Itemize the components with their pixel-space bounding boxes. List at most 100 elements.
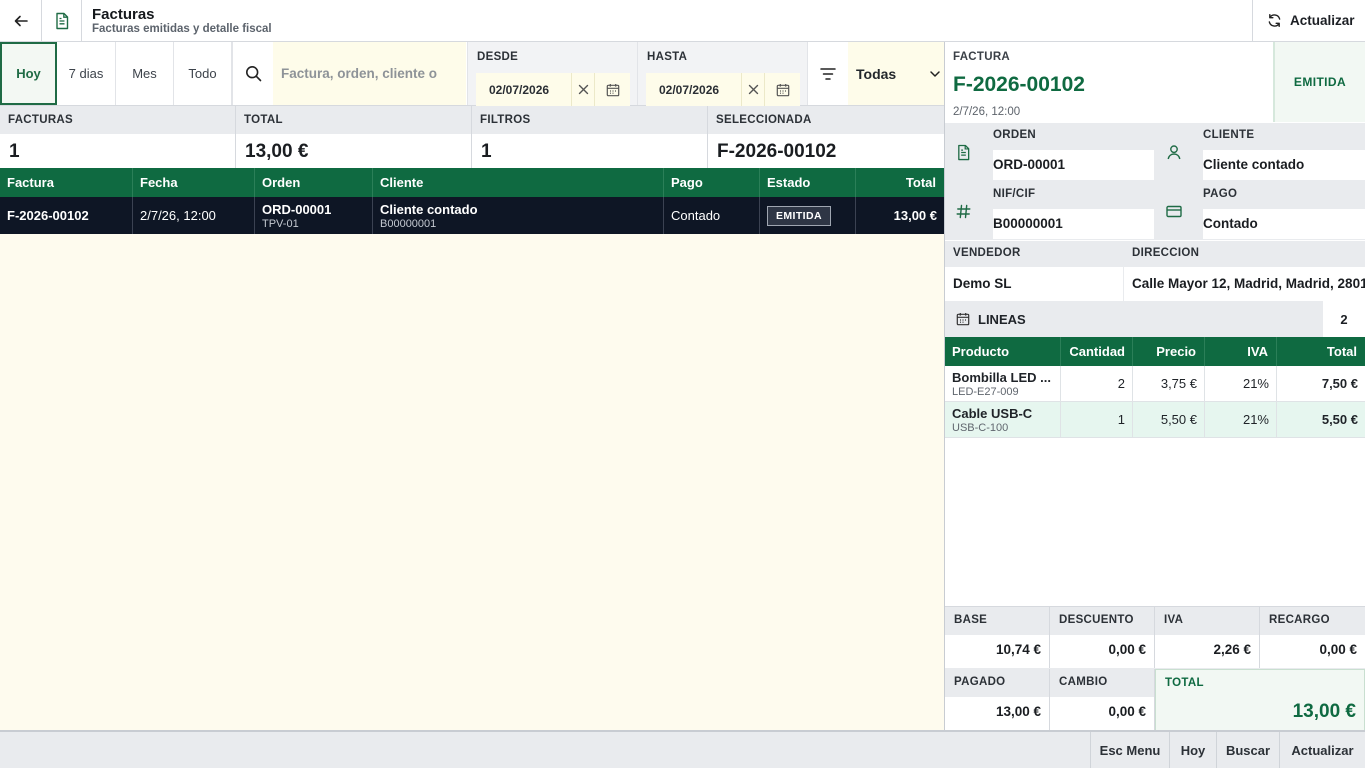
line-quantity: 1 (1061, 402, 1133, 437)
stat-value: 13,00 € (236, 134, 471, 168)
shortcut-buscar[interactable]: Buscar (1216, 732, 1279, 768)
date-from-clear-button[interactable] (571, 73, 594, 106)
totals-iva: IVA 2,26 € (1155, 607, 1260, 668)
range-tab-mes[interactable]: Mes (116, 42, 174, 105)
column-header-factura[interactable]: Factura (0, 168, 133, 197)
recargo-label: RECARGO (1269, 614, 1330, 626)
back-button[interactable] (0, 0, 42, 41)
lines-count: 2 (1323, 301, 1365, 337)
user-icon (1167, 145, 1180, 160)
column-header-estado[interactable]: Estado (760, 168, 856, 197)
cell-orden: ORD-00001 TPV-01 (255, 197, 373, 234)
cliente-value: Cliente contado (1203, 150, 1365, 180)
calendar-icon (956, 313, 970, 326)
line-quantity: 2 (1061, 366, 1133, 401)
vendedor-label: VENDEDOR (953, 247, 1021, 259)
nif-label: NIF/CIF (993, 188, 1036, 200)
shortcut-esc-menu[interactable]: Esc Menu (1090, 732, 1169, 768)
iva-label: IVA (1164, 614, 1184, 626)
page-title: Facturas (92, 6, 155, 23)
stat-label: TOTAL (236, 106, 471, 134)
detail-seller-row: VENDEDOR Demo SL DIRECCION Calle Mayor 1… (945, 241, 1365, 301)
totals-cambio: CAMBIO 0,00 € (1050, 669, 1155, 731)
line-product-sku: LED-E27-009 (952, 385, 1019, 398)
line-column-cantidad[interactable]: Cantidad (1061, 337, 1133, 366)
shortcut-hoy[interactable]: Hoy (1169, 732, 1216, 768)
search-icon (245, 65, 261, 82)
credit-card-icon (1165, 205, 1182, 217)
filter-button[interactable] (807, 42, 848, 105)
invoices-module-button[interactable] (42, 0, 82, 41)
grand-total-label: TOTAL (1165, 677, 1204, 689)
search-button[interactable] (232, 42, 273, 105)
line-row[interactable]: Cable USB-C USB-C-100 1 5,50 € 21% 5,50 … (945, 402, 1365, 438)
line-total: 7,50 € (1321, 376, 1358, 391)
descuento-label: DESCUENTO (1059, 614, 1134, 626)
range-tab-todo[interactable]: Todo (174, 42, 232, 105)
lines-label: LINEAS (978, 312, 1026, 327)
stat-total: TOTAL 13,00 € (236, 106, 472, 168)
calendar-icon (776, 83, 789, 96)
line-column-producto[interactable]: Producto (945, 337, 1061, 366)
pago-icon-box (1155, 182, 1192, 240)
search-input[interactable] (273, 42, 466, 105)
pago-label: PAGO (1203, 188, 1238, 200)
cambio-label: CAMBIO (1059, 676, 1108, 688)
totals-recargo: RECARGO 0,00 € (1260, 607, 1365, 668)
hash-icon (956, 204, 971, 218)
orden-icon-box (945, 123, 982, 181)
terminal-id: TPV-01 (262, 217, 299, 230)
date-to-clear-button[interactable] (741, 73, 764, 106)
calendar-icon (606, 83, 619, 96)
chevron-down-icon (930, 71, 940, 77)
pagado-value: 13,00 € (945, 697, 1049, 731)
line-row[interactable]: Bombilla LED ... LED-E27-009 2 3,75 € 21… (945, 366, 1365, 402)
line-price: 5,50 € (1133, 402, 1205, 437)
cell-total: 13,00 € (856, 197, 944, 234)
base-value: 10,74 € (945, 635, 1049, 668)
line-column-iva[interactable]: IVA (1205, 337, 1277, 366)
direccion-value: Calle Mayor 12, Madrid, Madrid, 28013 (1124, 267, 1365, 301)
totals-base: BASE 10,74 € (945, 607, 1050, 668)
detail-pago: PAGO Contado (1193, 182, 1365, 240)
stat-value: 1 (0, 134, 235, 168)
range-tab-hoy[interactable]: Hoy (0, 42, 57, 105)
line-column-total[interactable]: Total (1277, 337, 1365, 366)
lines-table-header: Producto Cantidad Precio IVA Total (945, 337, 1365, 366)
close-icon (748, 84, 758, 95)
stat-label: FACTURAS (0, 106, 235, 134)
orden-label: ORDEN (993, 129, 1037, 141)
stat-label: FILTROS (472, 106, 707, 134)
refresh-button[interactable]: Actualizar (1252, 0, 1365, 41)
status-select[interactable]: Todas (848, 42, 944, 105)
detail-nif: NIF/CIF B00000001 (983, 182, 1154, 240)
totals-grand-total: TOTAL 13,00 € (1155, 669, 1365, 731)
column-header-cliente[interactable]: Cliente (373, 168, 664, 197)
direccion-label: DIRECCION (1132, 247, 1200, 259)
stat-seleccionada: SELECCIONADA F-2026-00102 (708, 106, 944, 168)
column-header-pago[interactable]: Pago (664, 168, 760, 197)
stat-filtros: FILTROS 1 (472, 106, 708, 168)
column-header-orden[interactable]: Orden (255, 168, 373, 197)
date-to-calendar-button[interactable] (764, 73, 800, 106)
line-vat: 21% (1205, 402, 1277, 437)
cell-factura: F-2026-00102 (0, 197, 133, 234)
invoice-number: F-2026-00102 (7, 208, 89, 223)
recargo-value: 0,00 € (1260, 635, 1365, 668)
column-header-total[interactable]: Total (856, 168, 944, 197)
descuento-value: 0,00 € (1050, 635, 1154, 668)
date-to-input[interactable]: 02/07/2026 (646, 73, 741, 106)
pago-value: Contado (1203, 209, 1365, 239)
date-from-calendar-button[interactable] (594, 73, 630, 106)
shortcut-actualizar[interactable]: Actualizar (1279, 732, 1365, 768)
line-column-precio[interactable]: Precio (1133, 337, 1205, 366)
column-header-fecha[interactable]: Fecha (133, 168, 255, 197)
nif-icon-box (945, 182, 982, 240)
table-row[interactable]: F-2026-00102 2/7/26, 12:00 ORD-00001 TPV… (0, 197, 944, 234)
range-tab-7-dias[interactable]: 7 dias (57, 42, 116, 105)
cell-estado: EMITIDA (760, 197, 856, 234)
line-product-name: Bombilla LED ... (952, 369, 1051, 385)
date-from-input[interactable]: 02/07/2026 (476, 73, 571, 106)
arrow-left-icon (14, 15, 28, 26)
customer-tax-id: B00000001 (380, 217, 437, 230)
